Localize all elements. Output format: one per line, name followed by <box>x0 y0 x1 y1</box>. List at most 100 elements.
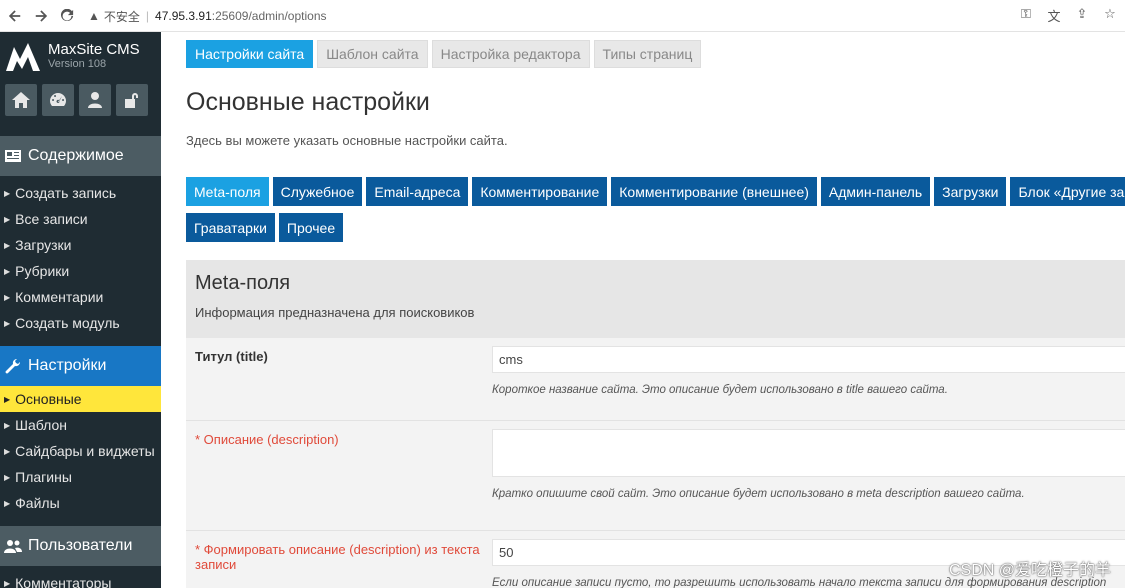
caret-right-icon: ▶ <box>4 394 11 404</box>
reload-icon[interactable] <box>56 5 78 27</box>
section-tabs-row: Meta-поля Служебное Email-адреса Коммент… <box>186 177 1125 206</box>
sidebar-item-label: Создать запись <box>15 185 117 201</box>
tab-email-addresses[interactable]: Email-адреса <box>366 177 469 206</box>
sidebar-item-template[interactable]: ▶ Шаблон <box>0 412 161 438</box>
users-menu: ▶ Комментаторы <box>0 566 161 588</box>
sidebar-item-commenters[interactable]: ▶ Комментаторы <box>0 570 161 588</box>
panel-title: Meta-поля <box>195 272 291 294</box>
caret-right-icon: ▶ <box>4 188 11 198</box>
tab-editor-settings[interactable]: Настройка редактора <box>431 40 590 68</box>
section-users[interactable]: Пользователи <box>0 526 161 566</box>
caret-right-icon: ▶ <box>4 472 11 482</box>
sidebar-item-uploads[interactable]: ▶ Загрузки <box>0 232 161 258</box>
tab-commenting-external[interactable]: Комментирование (внешнее) <box>611 177 817 206</box>
panel-header: Meta-поля Информация предназначена для п… <box>186 260 1125 338</box>
field-label: * Формировать описание (description) из … <box>195 542 480 572</box>
tab-uploads[interactable]: Загрузки <box>934 177 1007 206</box>
watermark: CSDN @爱吃橙子的羊 <box>948 562 1111 579</box>
tab-other-posts-block[interactable]: Блок «Другие за <box>1010 177 1125 206</box>
sidebar-item-general[interactable]: ▶ Основные <box>0 386 161 412</box>
section-tabs-row: Граватарки Прочее <box>186 213 1125 242</box>
section-tabs: Meta-поля Служебное Email-адреса Коммент… <box>186 177 1125 249</box>
sidebar-item-comments[interactable]: ▶ Комментарии <box>0 284 161 310</box>
section-content-label: Содержимое <box>28 147 124 164</box>
caret-right-icon: ▶ <box>4 214 11 224</box>
field-hint: Кратко опишите свой сайт. Это описание б… <box>492 488 1025 500</box>
caret-right-icon: ▶ <box>4 420 11 430</box>
tab-page-types[interactable]: Типы страниц <box>593 40 702 68</box>
sidebar-item-label: Загрузки <box>15 237 72 253</box>
insecure-label: 不安全 <box>103 9 140 24</box>
sidebar-item-sidebars-widgets[interactable]: ▶ Сайдбары и виджеты <box>0 438 161 464</box>
star-icon[interactable]: ☆ <box>1101 6 1119 25</box>
sidebar-item-label: Файлы <box>15 495 60 511</box>
section-settings[interactable]: Настройки <box>0 346 161 386</box>
sidebar-item-label: Шаблон <box>15 417 68 433</box>
tab-other[interactable]: Прочее <box>278 213 344 242</box>
page-subtitle: Здесь вы можете указать основные настрой… <box>186 133 508 148</box>
brand-name: MaxSite CMS <box>48 40 140 58</box>
back-icon[interactable] <box>4 5 26 27</box>
maxsite-logo-icon <box>6 43 40 71</box>
sidebar-item-label: Комментарии <box>15 289 104 305</box>
forward-icon[interactable] <box>30 5 52 27</box>
url-host: 47.95.3.91 <box>155 9 212 23</box>
tab-site-settings[interactable]: Настройки сайта <box>186 40 314 68</box>
admin-sidebar: MaxSite CMS Version 108 Содержимое ▶ Созд… <box>0 32 161 588</box>
warning-icon: ▲ <box>88 9 100 23</box>
caret-right-icon: ▶ <box>4 240 11 250</box>
sidebar-item-create-module[interactable]: ▶ Создать модуль <box>0 310 161 336</box>
field-hint: Короткое название сайта. Это описание бу… <box>492 384 948 396</box>
tab-service[interactable]: Служебное <box>272 177 363 206</box>
sidebar-item-files[interactable]: ▶ Файлы <box>0 490 161 516</box>
address-bar[interactable]: ▲ 不安全 | 47.95.3.91:25609/admin/options <box>88 4 1043 28</box>
sidebar-item-all-posts[interactable]: ▶ Все записи <box>0 206 161 232</box>
brand-version: Version 108 <box>48 57 107 70</box>
main-content: Настройки сайта Шаблон сайта Настройка р… <box>161 32 1125 588</box>
sidebar-item-label: Плагины <box>15 469 72 485</box>
sidebar-item-create-post[interactable]: ▶ Создать запись <box>0 180 161 206</box>
tab-meta-fields[interactable]: Meta-поля <box>186 177 269 206</box>
sidebar-item-plugins[interactable]: ▶ Плагины <box>0 464 161 490</box>
caret-right-icon: ▶ <box>4 266 11 276</box>
tab-admin-panel[interactable]: Админ-панель <box>820 177 931 206</box>
sidebar-item-categories[interactable]: ▶ Рубрики <box>0 258 161 284</box>
sidebar-item-label: Комментаторы <box>15 575 112 588</box>
unlock-icon[interactable] <box>116 84 148 116</box>
description-textarea[interactable] <box>492 429 1125 477</box>
tab-commenting[interactable]: Комментирование <box>472 177 608 206</box>
meta-fields-panel: Meta-поля Информация предназначена для п… <box>186 260 1125 588</box>
translate-icon[interactable]: ⽂ <box>1045 6 1063 25</box>
brand[interactable]: MaxSite CMS Version 108 <box>0 32 161 80</box>
quick-icons <box>0 80 161 130</box>
sidebar-item-label: Сайдбары и виджеты <box>15 443 155 459</box>
wrench-icon <box>4 358 24 374</box>
share-icon[interactable]: ⇪ <box>1073 6 1091 25</box>
users-icon <box>4 538 24 554</box>
browser-toolbar: ▲ 不安全 | 47.95.3.91:25609/admin/options ⚿… <box>0 0 1125 32</box>
url-path: :25609/admin/options <box>211 9 327 23</box>
caret-right-icon: ▶ <box>4 578 11 588</box>
section-content[interactable]: Содержимое <box>0 136 161 176</box>
panel-description: Информация предназначена для поисковиков <box>195 305 475 320</box>
sidebar-item-label: Создать модуль <box>15 315 120 331</box>
dashboard-icon[interactable] <box>42 84 74 116</box>
tab-gravatars[interactable]: Граватарки <box>186 213 275 242</box>
home-icon[interactable] <box>5 84 37 116</box>
caret-right-icon: ▶ <box>4 446 11 456</box>
section-settings-label: Настройки <box>28 357 107 374</box>
field-row-title: Титул (title) cms Короткое название сайт… <box>186 338 1125 421</box>
tab-site-template[interactable]: Шаблон сайта <box>317 40 428 68</box>
title-input[interactable]: cms <box>492 346 1125 373</box>
field-label: * Описание (description) <box>195 432 339 447</box>
options-tabs: Настройки сайта Шаблон сайта Настройка р… <box>186 40 702 68</box>
caret-right-icon: ▶ <box>4 498 11 508</box>
caret-right-icon: ▶ <box>4 292 11 302</box>
sidebar-item-label: Основные <box>15 391 82 407</box>
browser-actions: ⚿ ⽂ ⇪ ☆ <box>1017 6 1119 25</box>
content-menu: ▶ Создать запись ▶ Все записи ▶ Загрузки ▶ Р… <box>0 176 161 340</box>
address-separator: | <box>145 9 150 23</box>
caret-right-icon: ▶ <box>4 318 11 328</box>
key-icon[interactable]: ⚿ <box>1017 6 1035 25</box>
user-icon[interactable] <box>79 84 111 116</box>
